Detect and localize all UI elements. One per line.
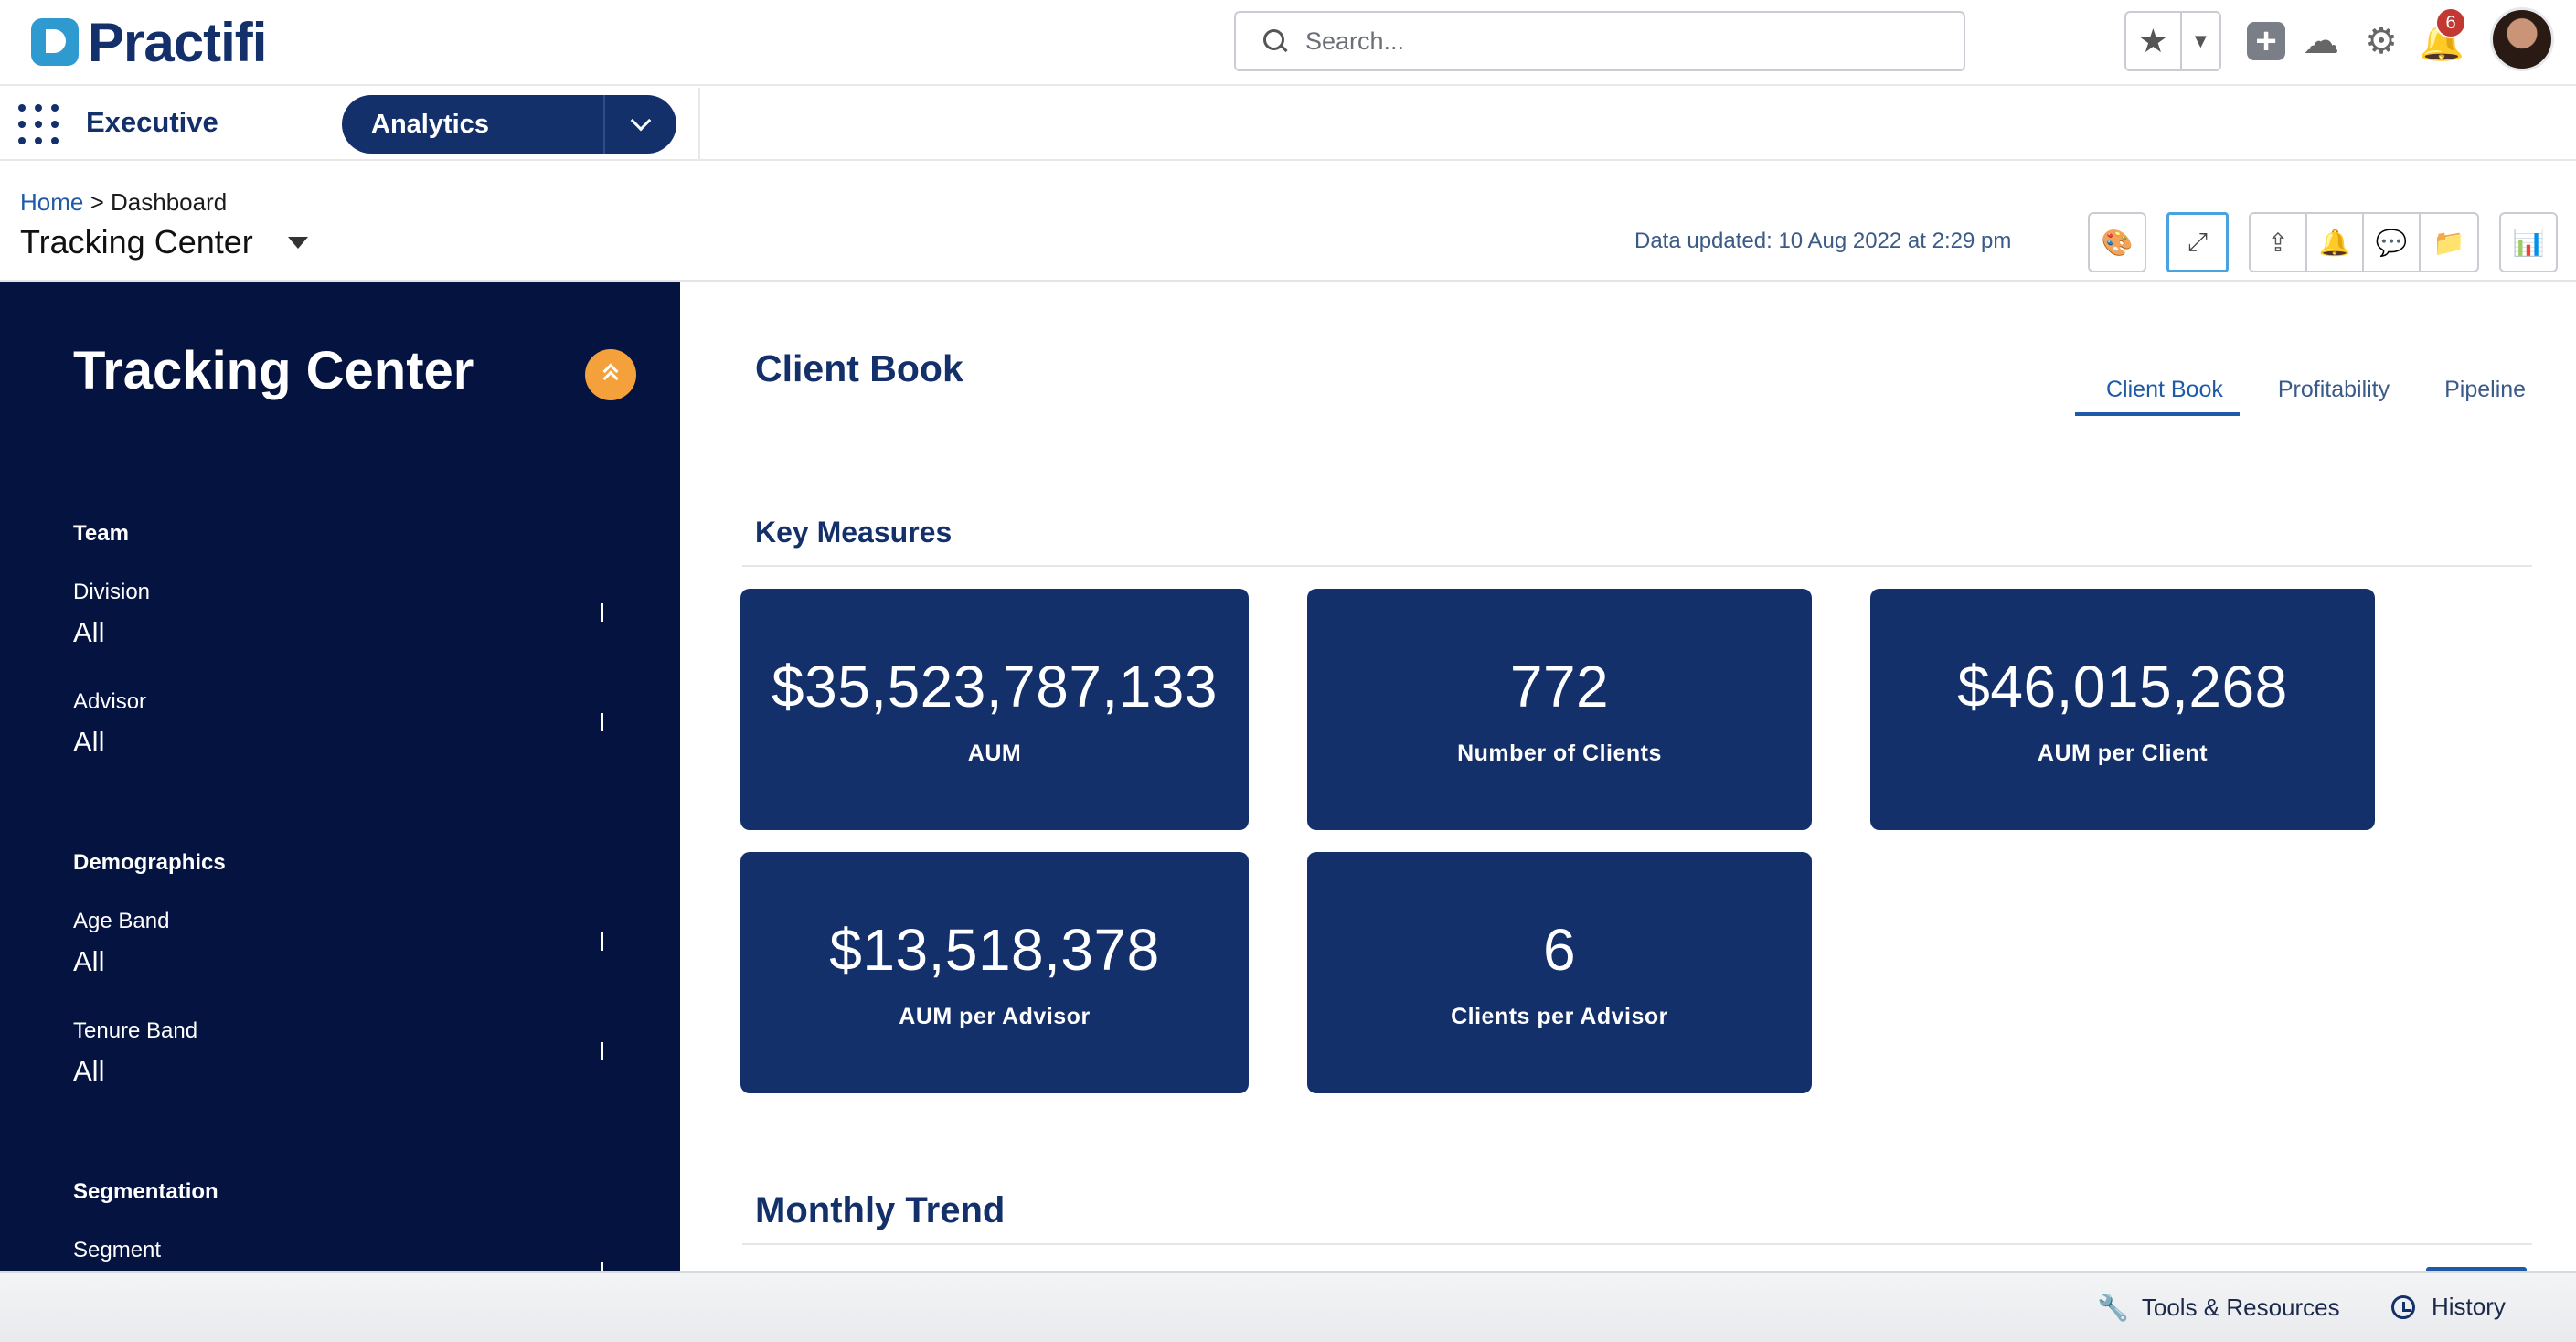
- filter-label: Tenure Band: [73, 1018, 198, 1043]
- filter-label: Advisor: [73, 689, 147, 714]
- divider: [742, 1243, 2532, 1245]
- filter-tenure-band[interactable]: Tenure Band All: [73, 1018, 603, 1088]
- filter-value: All: [73, 616, 105, 648]
- nav-tab-label: Analytics: [371, 109, 489, 139]
- page-title-text: Tracking Center: [20, 223, 253, 261]
- fullscreen-expand-button[interactable]: ⤢: [2166, 212, 2229, 272]
- chevron-down-icon[interactable]: [601, 713, 603, 731]
- sidebar-title: Tracking Center: [73, 341, 474, 400]
- section-team-title: Team: [73, 521, 129, 546]
- chevron-down-icon[interactable]: [601, 932, 603, 951]
- section-segmentation-title: Segmentation: [73, 1179, 218, 1204]
- breadcrumb-home-link[interactable]: Home: [20, 188, 83, 216]
- trailhead-cloud-icon[interactable]: ☁: [2300, 20, 2342, 62]
- bar-chart-icon: 📊: [2512, 228, 2545, 257]
- page-title-caret-down-icon[interactable]: [287, 236, 308, 249]
- filter-label: Division: [73, 580, 151, 604]
- client-book-title: Client Book: [755, 347, 963, 389]
- app-launcher-grid-icon[interactable]: [18, 104, 59, 144]
- section-demographics-title: Demographics: [73, 850, 226, 875]
- subscribe-bell-icon[interactable]: 🔔: [2307, 214, 2364, 271]
- kpi-label: AUM per Advisor: [899, 1003, 1091, 1029]
- favorites-control: ★ ▼: [2124, 11, 2221, 71]
- kpi-value: 772: [1509, 653, 1610, 719]
- kpi-label: AUM: [967, 740, 1022, 766]
- chevron-down-icon[interactable]: [601, 603, 603, 622]
- tab-pipeline[interactable]: Pipeline: [2417, 377, 2553, 416]
- breadcrumb-separator: >: [90, 188, 104, 216]
- kpi-label: Number of Clients: [1457, 740, 1662, 766]
- page-title[interactable]: Tracking Center: [20, 223, 308, 261]
- kpi-value: $13,518,378: [829, 916, 1160, 983]
- practifi-logo[interactable]: Practifi: [31, 11, 267, 73]
- kpi-card-aum[interactable]: $35,523,787,133 AUM: [740, 589, 1249, 830]
- filter-value: All: [73, 1055, 105, 1087]
- clock-icon: [2391, 1294, 2415, 1319]
- tab-client-book[interactable]: Client Book: [2075, 377, 2240, 416]
- divider: [742, 565, 2532, 567]
- favorites-star-icon[interactable]: ★: [2126, 13, 2182, 69]
- filter-label: Age Band: [73, 909, 170, 933]
- breadcrumb: Home > Dashboard: [20, 188, 227, 217]
- kpi-value: $35,523,787,133: [772, 653, 1218, 719]
- kpi-value: $46,015,268: [1957, 653, 2288, 719]
- analytics-chart-button[interactable]: 📊: [2499, 212, 2558, 272]
- palette-icon: 🎨: [2101, 228, 2134, 257]
- user-avatar[interactable]: [2490, 7, 2554, 71]
- kpi-value: 6: [1542, 916, 1577, 983]
- monthly-trend-title: Monthly Trend: [755, 1190, 1006, 1230]
- nav-tab-chevron-down-icon[interactable]: [603, 95, 676, 154]
- tools-resources-button[interactable]: 🔧 Tools & Resources: [2097, 1293, 2340, 1323]
- filter-value: All: [73, 726, 105, 758]
- kpi-card-number-of-clients[interactable]: 772 Number of Clients: [1307, 589, 1812, 830]
- expand-icon: ⤢: [2187, 227, 2209, 256]
- app-nav-bar: Executive Analytics: [0, 88, 2576, 161]
- search-input[interactable]: [1305, 27, 1945, 56]
- global-header: Practifi ★ ▼ + ☁ ⚙ 🔔 6: [0, 0, 2576, 86]
- history-button[interactable]: History: [2391, 1293, 2506, 1321]
- key-measures-title: Key Measures: [755, 516, 953, 549]
- filter-age-band[interactable]: Age Band All: [73, 909, 603, 978]
- logo-mark-icon: [31, 18, 79, 66]
- tab-profitability[interactable]: Profitability: [2251, 377, 2417, 416]
- comment-icon[interactable]: 💬: [2364, 214, 2421, 271]
- kpi-card-aum-per-client[interactable]: $46,015,268 AUM per Client: [1870, 589, 2375, 830]
- nav-divider: [698, 88, 700, 159]
- dashboard-tabs: Client Book Profitability Pipeline: [2075, 377, 2553, 416]
- filter-segment[interactable]: Segment: [73, 1238, 603, 1280]
- filter-label: Segment: [73, 1238, 162, 1262]
- filter-sidebar: Tracking Center Team Division All Adviso…: [0, 282, 680, 1280]
- logo-text: Practifi: [88, 11, 267, 73]
- app-name: Executive: [86, 106, 218, 138]
- kpi-card-aum-per-advisor[interactable]: $13,518,378 AUM per Advisor: [740, 852, 1249, 1093]
- folder-icon[interactable]: 📁: [2421, 214, 2477, 271]
- tools-resources-label: Tools & Resources: [2141, 1294, 2340, 1321]
- filter-value: All: [73, 945, 105, 977]
- favorites-dropdown-icon[interactable]: ▼: [2182, 13, 2219, 69]
- dashboard-main: Client Book Client Book Profitability Pi…: [680, 282, 2576, 1273]
- data-updated-text: Data updated: 10 Aug 2022 at 2:29 pm: [1634, 229, 2012, 253]
- kpi-label: AUM per Client: [2037, 740, 2209, 766]
- dashboard-action-group: ⇪ 🔔 💬 📁: [2249, 212, 2479, 272]
- kpi-label: Clients per Advisor: [1451, 1003, 1668, 1029]
- global-search[interactable]: [1234, 11, 1965, 71]
- filter-advisor[interactable]: Advisor All: [73, 689, 603, 759]
- breadcrumb-current: Dashboard: [111, 188, 228, 216]
- wrench-icon: 🔧: [2097, 1294, 2129, 1322]
- setup-gear-icon[interactable]: ⚙: [2360, 20, 2402, 62]
- filter-division[interactable]: Division All: [73, 580, 603, 649]
- chevron-down-icon[interactable]: [601, 1042, 603, 1060]
- utility-bar: 🔧 Tools & Resources History: [0, 1271, 2576, 1342]
- share-icon[interactable]: ⇪: [2251, 214, 2307, 271]
- history-label: History: [2432, 1293, 2506, 1320]
- kpi-card-clients-per-advisor[interactable]: 6 Clients per Advisor: [1307, 852, 1812, 1093]
- search-icon: [1263, 29, 1287, 53]
- nav-tab-analytics[interactable]: Analytics: [342, 95, 676, 154]
- collapse-sidebar-button[interactable]: [585, 349, 636, 400]
- theme-palette-button[interactable]: 🎨: [2088, 212, 2146, 272]
- notification-count-badge: 6: [2435, 7, 2466, 38]
- global-create-plus-icon[interactable]: +: [2247, 21, 2285, 61]
- page-header: Home > Dashboard Tracking Center Data up…: [0, 163, 2576, 282]
